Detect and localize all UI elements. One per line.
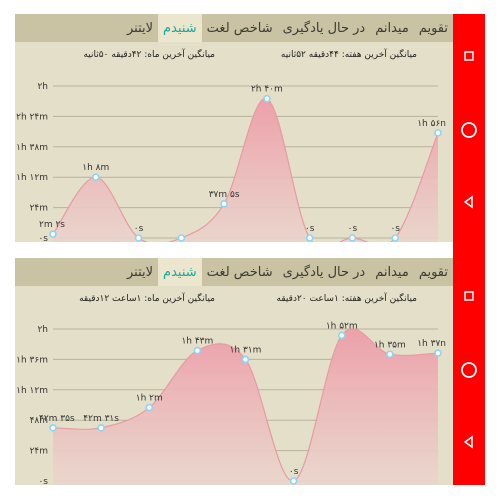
listening-time-chart: ۰s ۲۴m ۱h ۱۲m ۱h ۳۸m ۲h ۲۴m ۲h ۲m ۲s ۱h ۸m ۰s ۳۷m… xyxy=(16,82,446,242)
data-point xyxy=(289,477,298,485)
y-tick-label: ۲۴m xyxy=(30,447,48,457)
data-label: ۱h ۳۱m xyxy=(230,345,262,355)
y-tick-label: ۱h ۳۸m xyxy=(16,143,48,153)
data-label: ۰s xyxy=(134,224,144,234)
data-label: ۴۲m ۳۱s xyxy=(83,414,119,424)
data-label: ۱h ۵۲m xyxy=(326,321,358,331)
data-point xyxy=(220,200,228,208)
data-point xyxy=(193,346,202,355)
data-label: ۰s xyxy=(289,467,299,477)
stats-panel-2: تقویم میدانم در حال یادگیری شاخص لغت شنی… xyxy=(15,258,453,485)
data-label: ۱h ۴۳m xyxy=(181,337,213,347)
y-tick-label: ۲h xyxy=(37,82,48,92)
y-tick-label: ۲h xyxy=(37,325,48,335)
listening-time-chart: ۰s۲۴m۴۸m۱h ۱۲m۱h ۳۶m۲h۴۲m ۳۵s ۴۲m ۳۱s۱h ۲… xyxy=(16,321,446,485)
data-point xyxy=(391,234,400,242)
data-point xyxy=(49,424,57,432)
data-label: ۰s xyxy=(348,224,358,234)
data-point xyxy=(348,234,357,242)
data-label: ۲h ۴۰m xyxy=(251,85,283,95)
data-point xyxy=(305,234,314,242)
y-tick-label: ۲۴m xyxy=(30,204,48,214)
data-point xyxy=(386,350,394,359)
data-label: ۱h ۳۷n xyxy=(417,339,446,349)
home-circle-icon[interactable] xyxy=(453,118,485,142)
data-label: ۱h ۸m xyxy=(82,163,109,173)
data-label: ۱h ۲m xyxy=(136,394,163,404)
y-tick-label: ۱h ۱۲m xyxy=(16,173,48,183)
data-point xyxy=(434,349,442,357)
y-tick-label: ۰s xyxy=(38,234,48,242)
data-point xyxy=(434,129,442,137)
data-point xyxy=(145,403,154,412)
recents-square-icon[interactable] xyxy=(453,284,485,308)
data-label: ۴۲m ۳۵s xyxy=(39,414,75,424)
y-tick-label: ۰s xyxy=(38,477,48,485)
data-label: ۱h ۵۶n xyxy=(417,119,446,129)
y-tick-label: ۱h ۱۲m xyxy=(16,386,48,396)
data-label: ۰s xyxy=(305,224,315,234)
recents-square-icon[interactable] xyxy=(453,44,485,68)
home-circle-icon[interactable] xyxy=(453,358,485,382)
data-point xyxy=(263,94,271,103)
navigation-bar xyxy=(453,14,485,485)
data-point xyxy=(241,355,250,364)
y-tick-label: ۱h ۳۶m xyxy=(16,355,48,365)
series-area xyxy=(53,98,438,242)
back-triangle-icon[interactable] xyxy=(453,190,485,214)
data-label: ۳۷m ۵s xyxy=(209,190,240,200)
data-point xyxy=(97,424,105,432)
stats-panel-1: تقویم میدانم در حال یادگیری شاخص لغت شنی… xyxy=(15,14,453,242)
data-label: ۱h ۳۵m xyxy=(374,340,406,350)
data-point xyxy=(177,234,186,242)
data-point xyxy=(49,230,57,238)
data-label: ۰s xyxy=(390,224,400,234)
back-triangle-icon[interactable] xyxy=(453,430,485,454)
data-point xyxy=(337,331,346,340)
y-tick-label: ۲h ۲۴m xyxy=(16,112,48,122)
data-point xyxy=(91,173,100,181)
data-point xyxy=(134,234,143,242)
data-label: ۲m ۲s xyxy=(39,220,65,230)
